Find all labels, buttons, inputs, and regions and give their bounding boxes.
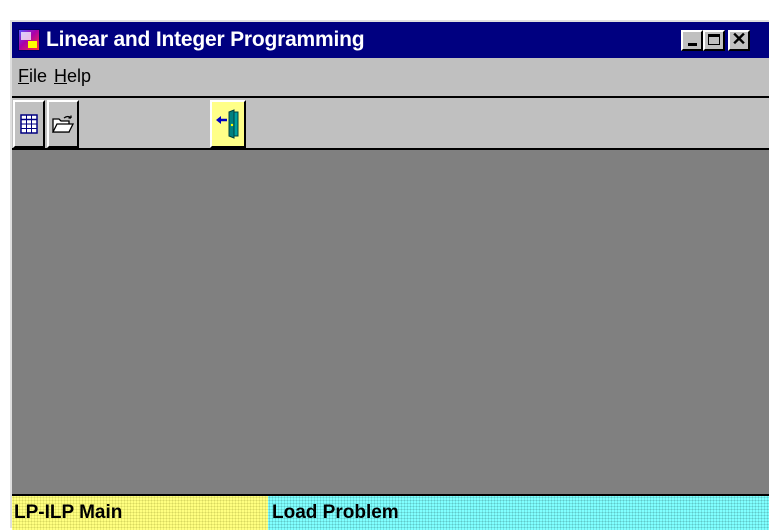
minimize-button[interactable] [681,30,703,51]
menu-bar: File Help [12,60,769,94]
close-icon: ✕ [731,29,747,49]
window-title: Linear and Integer Programming [46,28,365,51]
workspace-area [12,150,769,494]
status-bar: LP-ILP Main Load Problem [12,494,769,530]
menu-file-label: ile [29,66,48,86]
app-icon[interactable] [18,29,40,51]
menu-file[interactable]: File [18,66,47,87]
menu-help[interactable]: Help [54,66,91,87]
menu-file-mnemonic: F [18,66,29,86]
exit-door-icon [216,109,239,139]
menu-help-label: elp [67,66,92,86]
new-problem-button[interactable] [13,100,45,148]
status-main-pane: LP-ILP Main [12,496,268,530]
maximize-icon [708,34,720,45]
maximize-button[interactable] [703,30,725,51]
minimize-icon [688,43,697,46]
menu-help-mnemonic: H [54,66,67,86]
title-bar[interactable]: Linear and Integer Programming ✕ [12,22,769,58]
status-load-pane: Load Problem [268,496,769,530]
open-problem-button[interactable] [47,100,79,148]
toolbar [12,96,769,150]
open-folder-icon [52,115,74,133]
close-button[interactable]: ✕ [728,29,750,51]
app-window: Linear and Integer Programming ✕ File He… [10,20,769,530]
new-table-icon [20,114,38,134]
exit-button[interactable] [210,100,246,148]
